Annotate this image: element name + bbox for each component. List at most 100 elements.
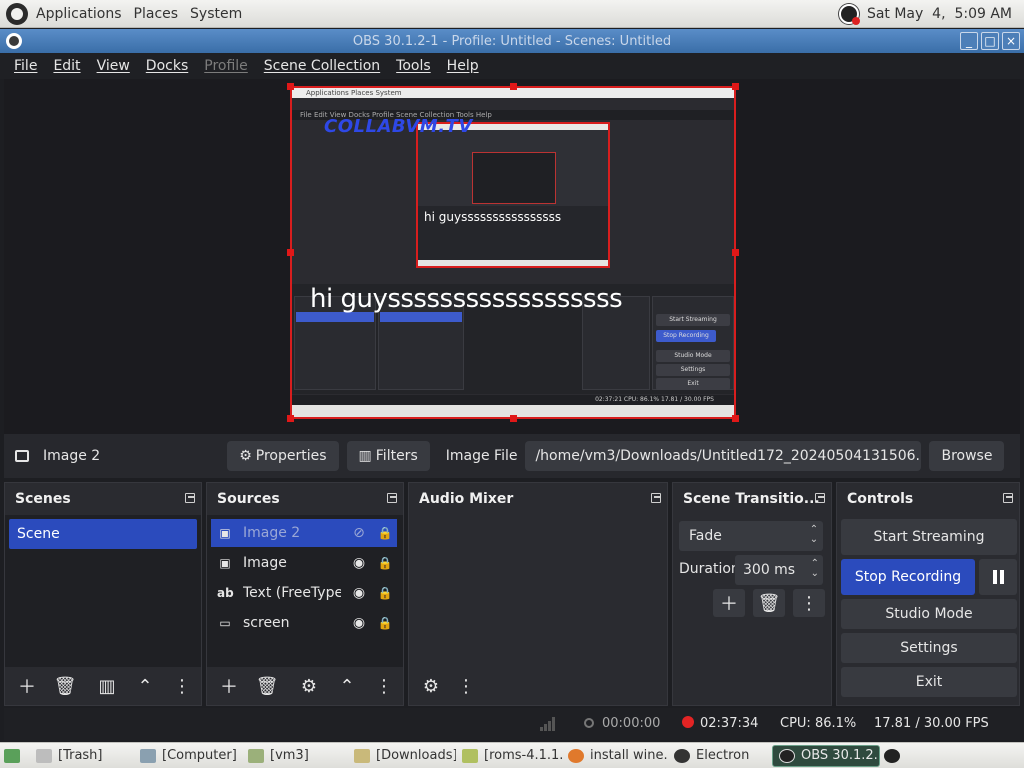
record-time: 02:37:34 — [700, 716, 759, 731]
taskbar-item-obs[interactable]: OBS 30.1.2... — [772, 744, 880, 767]
resize-handle-br[interactable] — [732, 415, 739, 422]
preview-area[interactable]: Applications Places System File Edit Vie… — [4, 79, 1020, 434]
studio-mode-button[interactable]: Studio Mode — [841, 599, 1017, 629]
undock-icon[interactable] — [185, 493, 195, 503]
settings-button[interactable]: Settings — [841, 633, 1017, 663]
remove-scene-button[interactable]: 🗑 — [49, 672, 81, 700]
source-row-text[interactable]: ab Text (FreeType 2) ◉ 🔒 — [211, 579, 397, 607]
undock-icon[interactable] — [815, 493, 825, 503]
show-desktop-button[interactable] — [0, 745, 30, 767]
transition-more-button[interactable]: ⋮ — [793, 589, 825, 617]
menu-help[interactable]: Help — [439, 58, 487, 74]
clock[interactable]: Sat May 4, 5:09 AM — [867, 6, 1012, 22]
add-transition-button[interactable]: ＋ — [713, 589, 745, 617]
eye-icon[interactable]: ◉ — [349, 615, 369, 631]
duration-spinbox[interactable]: 300 ms ⌃ ⌄ — [735, 555, 823, 585]
top-panel: Applications Places System Sat May 4, 5:… — [0, 0, 1024, 28]
undock-icon[interactable] — [651, 493, 661, 503]
maximize-button[interactable]: □ — [981, 32, 999, 50]
mixer-settings-button[interactable]: ⚙ — [415, 672, 447, 700]
scene-filters-button[interactable]: ▥ — [91, 672, 123, 700]
add-source-button[interactable]: ＋ — [213, 672, 245, 700]
eye-hidden-icon[interactable]: ⊘ — [349, 525, 369, 541]
controls-dock: Controls Start Streaming Stop Recording … — [836, 482, 1020, 706]
taskbar-item-firefox[interactable]: install wine... — [562, 745, 668, 767]
window-titlebar[interactable]: OBS 30.1.2-1 - Profile: Untitled - Scene… — [0, 29, 1024, 53]
taskbar-item-trash[interactable]: [Trash] — [30, 745, 134, 767]
list-item[interactable]: Scene — [9, 519, 197, 549]
filters-button[interactable]: ▥ Filters — [346, 441, 430, 471]
menu-tools[interactable]: Tools — [388, 58, 439, 74]
stream-icon — [584, 718, 594, 728]
eye-icon[interactable]: ◉ — [349, 555, 369, 571]
resize-handle-r[interactable] — [732, 249, 739, 256]
close-button[interactable]: × — [1002, 32, 1020, 50]
resize-handle-bl[interactable] — [287, 415, 294, 422]
minimize-button[interactable]: _ — [960, 32, 978, 50]
undock-icon[interactable] — [387, 493, 397, 503]
inner-stop-recording: Stop Recording — [656, 330, 716, 342]
menu-view[interactable]: View — [89, 58, 138, 74]
menu-scene-collection[interactable]: Scene Collection — [256, 58, 388, 74]
start-streaming-button[interactable]: Start Streaming — [841, 519, 1017, 555]
lock-icon[interactable]: 🔒 — [375, 556, 395, 570]
taskbar-item-electron[interactable]: Electron — [668, 745, 772, 767]
scenes-list[interactable]: Scene — [5, 515, 201, 667]
plus-icon: ＋ — [18, 677, 36, 698]
lock-icon[interactable]: 🔒 — [375, 586, 395, 600]
resize-handle-tr[interactable] — [732, 83, 739, 90]
transition-select[interactable]: Fade ⌃ ⌄ — [679, 521, 823, 551]
properties-button[interactable]: ⚙ Properties — [227, 441, 339, 471]
lock-icon[interactable]: 🔒 — [375, 616, 395, 630]
spin-arrows-icon[interactable]: ⌃ ⌄ — [811, 559, 819, 579]
source-row-image[interactable]: ▣ Image ◉ 🔒 — [211, 549, 397, 577]
taskbar-label: Electron — [696, 748, 750, 763]
resize-handle-t[interactable] — [510, 83, 517, 90]
move-source-up-button[interactable]: ⌃ — [331, 672, 363, 700]
screen-icon: ▭ — [219, 616, 231, 630]
browse-button[interactable]: Browse — [929, 441, 1005, 471]
lock-icon[interactable]: 🔒 — [375, 526, 395, 540]
folder-icon — [248, 748, 264, 763]
scene-more-button[interactable]: ⋮ — [173, 672, 191, 700]
taskbar-label: [Trash] — [58, 748, 103, 763]
eye-icon[interactable]: ◉ — [349, 585, 369, 601]
sources-list[interactable]: ▣ Image 2 ⊘ 🔒 ▣ Image ◉ 🔒 ab Text (FreeT… — [207, 515, 403, 667]
taskbar-item-roms[interactable]: [roms-4.1.1... — [456, 745, 562, 767]
menu-docks[interactable]: Docks — [138, 58, 196, 74]
undock-icon[interactable] — [1003, 493, 1013, 503]
obs-window-icon[interactable] — [6, 33, 22, 49]
resize-handle-tl[interactable] — [287, 83, 294, 90]
menu-file[interactable]: File — [6, 58, 45, 74]
system-menu[interactable]: System — [190, 6, 242, 22]
record-icon — [682, 716, 694, 728]
places-menu[interactable]: Places — [134, 6, 179, 22]
move-scene-up-button[interactable]: ⌃ — [129, 672, 161, 700]
source-row-image-2[interactable]: ▣ Image 2 ⊘ 🔒 — [211, 519, 397, 547]
pause-icon — [999, 570, 1004, 584]
mixer-more-button[interactable]: ⋮ — [457, 672, 475, 700]
resize-handle-b[interactable] — [510, 415, 517, 422]
applications-menu[interactable]: Applications — [36, 6, 122, 22]
remove-transition-button[interactable]: 🗑 — [753, 589, 785, 617]
source-row-screen[interactable]: ▭ screen ◉ 🔒 — [211, 609, 397, 637]
source-more-button[interactable]: ⋮ — [375, 672, 393, 700]
menu-edit[interactable]: Edit — [45, 58, 88, 74]
add-scene-button[interactable]: ＋ — [11, 672, 43, 700]
remove-source-button[interactable]: 🗑 — [251, 672, 283, 700]
resize-handle-l[interactable] — [287, 249, 294, 256]
stop-recording-button[interactable]: Stop Recording — [841, 559, 975, 595]
exit-button[interactable]: Exit — [841, 667, 1017, 697]
source-properties-button[interactable]: ⚙ — [293, 672, 325, 700]
taskbar-item-downloads[interactable]: [Downloads] — [348, 745, 456, 767]
taskbar-item-computer[interactable]: [Computer] — [134, 745, 242, 767]
recording-status: 02:37:34 — [682, 716, 758, 731]
menu-profile[interactable]: Profile — [196, 58, 256, 74]
distro-logo-icon[interactable] — [6, 2, 28, 25]
obs-tray-icon[interactable] — [838, 3, 860, 25]
preview-canvas[interactable]: Applications Places System File Edit Vie… — [290, 86, 736, 419]
taskbar-item-obs-tray[interactable] — [880, 745, 908, 767]
image-file-path-field[interactable]: /home/vm3/Downloads/Untitled172_20240504… — [525, 441, 922, 471]
pause-recording-button[interactable] — [979, 559, 1017, 595]
taskbar-item-vm3[interactable]: [vm3] — [242, 745, 348, 767]
